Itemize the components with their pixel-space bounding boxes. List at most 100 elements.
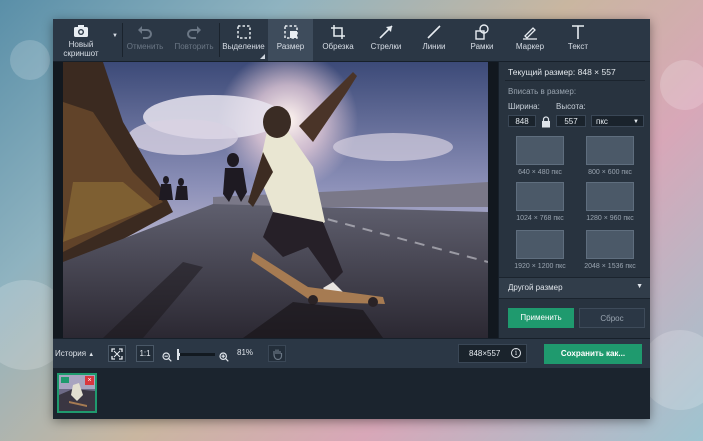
other-size-label: Другой размер bbox=[508, 283, 563, 292]
zoom-slider-thumb[interactable] bbox=[177, 349, 179, 360]
marker-icon bbox=[523, 27, 537, 40]
redo-icon bbox=[187, 26, 201, 39]
height-input[interactable]: 557 bbox=[556, 115, 586, 127]
zoom-slider[interactable] bbox=[177, 349, 215, 360]
save-as-button[interactable]: Сохранить как... bbox=[544, 344, 642, 364]
crop-label: Обрезка bbox=[322, 42, 354, 51]
preset-640x480[interactable]: 640 × 480 пкс bbox=[508, 136, 572, 176]
text-label: Текст bbox=[567, 42, 589, 51]
selection-icon bbox=[236, 25, 251, 39]
new-screenshot-dropdown[interactable]: ▼ bbox=[110, 33, 120, 45]
undo-button[interactable]: Отменить bbox=[125, 19, 165, 61]
panel-divider bbox=[505, 80, 645, 81]
undo-icon bbox=[138, 26, 152, 39]
preset-label: 1280 × 960 пкс bbox=[586, 215, 634, 222]
fit-to-size-label: Вписать в размер: bbox=[508, 87, 577, 96]
fit-to-screen-button[interactable] bbox=[108, 345, 126, 362]
toolbar: Новый скриншот ▼ Отменить Повторить Выде… bbox=[53, 19, 650, 62]
lines-tool-button[interactable]: Линии bbox=[411, 19, 457, 61]
redo-label: Повторить bbox=[174, 42, 214, 51]
zoom-out-icon[interactable] bbox=[162, 349, 172, 362]
new-screenshot-button[interactable]: Новый скриншот bbox=[53, 19, 109, 61]
zoom-in-icon[interactable] bbox=[219, 349, 229, 362]
arrow-icon bbox=[379, 25, 393, 39]
lines-label: Линии bbox=[422, 42, 446, 51]
resize-label: Размер bbox=[276, 42, 305, 51]
preset-label: 2048 × 1536 пкс bbox=[584, 263, 636, 270]
hand-tool-button[interactable] bbox=[268, 345, 286, 362]
chevron-up-icon: ▲ bbox=[88, 352, 95, 358]
height-label: Высота: bbox=[556, 102, 586, 111]
info-icon[interactable]: i bbox=[511, 348, 521, 358]
redo-button[interactable]: Повторить bbox=[171, 19, 217, 61]
preset-thumbnail bbox=[586, 230, 634, 259]
preset-label: 800 × 600 пкс bbox=[588, 169, 632, 176]
history-strip: × bbox=[53, 368, 650, 419]
select-label: Выделение bbox=[222, 42, 265, 51]
frames-tool-button[interactable]: Рамки bbox=[459, 19, 505, 61]
arrows-label: Стрелки bbox=[370, 42, 402, 51]
marker-label: Маркер bbox=[515, 42, 545, 51]
current-size-text: Текущий размер: 848 × 557 bbox=[508, 67, 616, 77]
app-window: Новый скриншот ▼ Отменить Повторить Выде… bbox=[53, 19, 650, 419]
close-icon[interactable]: × bbox=[85, 376, 94, 385]
zoom-percent: 81% bbox=[237, 348, 254, 357]
preset-label: 1024 × 768 пкс bbox=[516, 215, 564, 222]
preset-2048x1536[interactable]: 2048 × 1536 пкс bbox=[578, 230, 642, 270]
width-label: Ширина: bbox=[508, 102, 540, 111]
hand-icon bbox=[272, 349, 282, 360]
other-size-toggle[interactable]: Другой размер ▼ bbox=[499, 277, 650, 299]
toolbar-separator bbox=[122, 23, 123, 57]
resize-tool-button[interactable]: Размер bbox=[268, 19, 313, 61]
text-tool-button[interactable]: Текст bbox=[555, 19, 601, 61]
preset-1024x768[interactable]: 1024 × 768 пкс bbox=[508, 182, 572, 222]
chevron-down-icon: ▼ bbox=[636, 283, 643, 290]
preset-label: 640 × 480 пкс bbox=[518, 169, 562, 176]
crop-icon bbox=[331, 25, 345, 39]
select-corner-indicator bbox=[260, 54, 265, 59]
arrows-tool-button[interactable]: Стрелки bbox=[363, 19, 409, 61]
unit-select-value: пкс bbox=[596, 117, 608, 126]
lock-aspect-icon[interactable] bbox=[541, 115, 551, 128]
image-canvas[interactable] bbox=[53, 62, 498, 338]
history-thumbnail[interactable]: × bbox=[57, 373, 97, 413]
screenshot-image bbox=[63, 62, 488, 338]
bottom-bar: История ▲ 1:1 81% 848×557 i Сохранить ка… bbox=[53, 338, 650, 369]
frames-label: Рамки bbox=[470, 42, 494, 51]
chevron-down-icon: ▼ bbox=[633, 119, 639, 125]
actual-size-button[interactable]: 1:1 bbox=[136, 345, 154, 362]
preset-800x600[interactable]: 800 × 600 пкс bbox=[578, 136, 642, 176]
dimensions-text: 848×557 bbox=[469, 349, 501, 358]
preset-1920x1200[interactable]: 1920 × 1200 пкс bbox=[508, 230, 572, 270]
text-icon bbox=[572, 25, 584, 39]
preset-thumbnail bbox=[516, 182, 564, 211]
marker-tool-button[interactable]: Маркер bbox=[507, 19, 553, 61]
preset-thumbnail bbox=[586, 136, 634, 165]
preset-label: 1920 × 1200 пкс bbox=[514, 263, 566, 270]
shapes-icon bbox=[475, 24, 489, 40]
crop-tool-button[interactable]: Обрезка bbox=[315, 19, 361, 61]
preset-thumbnail bbox=[586, 182, 634, 211]
width-input[interactable]: 848 bbox=[508, 115, 536, 127]
preset-thumbnail bbox=[516, 136, 564, 165]
undo-label: Отменить bbox=[126, 42, 164, 51]
resize-panel: Текущий размер: 848 × 557 Вписать в разм… bbox=[498, 62, 650, 338]
dimensions-box: 848×557 i bbox=[458, 344, 527, 363]
camera-icon bbox=[74, 25, 88, 37]
apply-button[interactable]: Применить bbox=[508, 308, 574, 328]
reset-button[interactable]: Сброс bbox=[579, 308, 645, 328]
bokeh-decoration bbox=[10, 40, 50, 80]
expand-icon bbox=[111, 347, 123, 360]
history-folder-icon bbox=[61, 377, 69, 383]
select-tool-button[interactable]: Выделение bbox=[220, 19, 267, 61]
bokeh-decoration bbox=[660, 60, 703, 110]
new-screenshot-label: Новый скриншот bbox=[63, 40, 99, 58]
resize-icon bbox=[283, 25, 298, 39]
preset-thumbnail bbox=[516, 230, 564, 259]
skateboard-photo-illustration bbox=[63, 62, 488, 338]
history-toggle[interactable]: История ▲ bbox=[55, 347, 94, 361]
unit-select[interactable]: пкс ▼ bbox=[591, 115, 644, 127]
preset-1280x960[interactable]: 1280 × 960 пкс bbox=[578, 182, 642, 222]
history-label: История bbox=[55, 349, 87, 358]
line-icon bbox=[427, 25, 441, 39]
